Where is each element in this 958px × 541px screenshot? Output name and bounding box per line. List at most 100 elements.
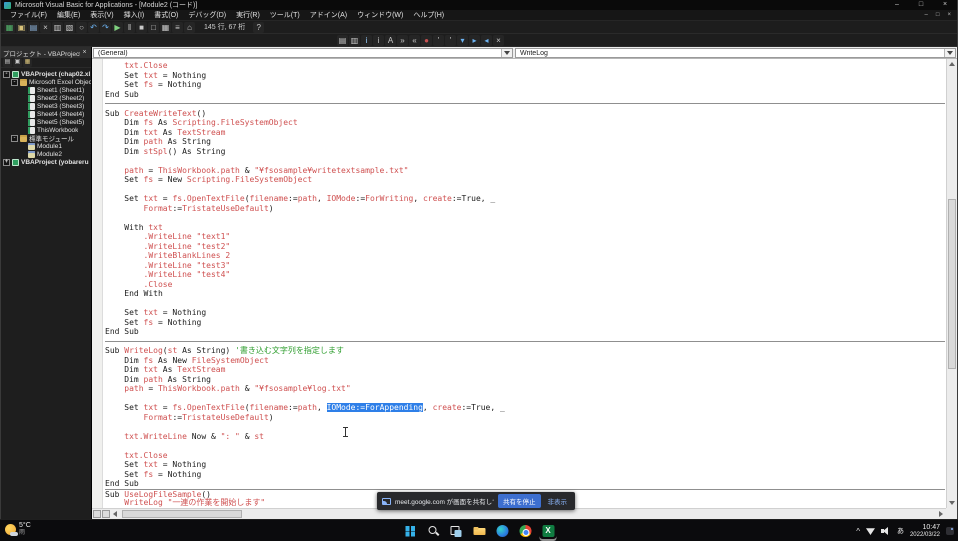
menu-format[interactable]: 書式(O) [149,10,183,21]
tree-item-thisworkbook[interactable]: ThisWorkbook [1,126,91,134]
menu-edit[interactable]: 編集(E) [52,10,85,21]
taskbar-chrome-icon[interactable] [517,521,534,541]
menu-insert[interactable]: 挿入(I) [119,10,150,21]
scroll-up-arrow-icon[interactable] [949,62,955,66]
menu-view[interactable]: 表示(V) [85,10,118,21]
menu-window[interactable]: ウィンドウ(W) [352,10,408,21]
complete-word-icon[interactable]: A [385,35,396,46]
copy-icon[interactable]: ▥ [52,22,63,33]
close-button[interactable]: × [933,0,957,10]
next-bookmark-icon[interactable]: ▸ [469,35,480,46]
weather-widget[interactable]: 5°C 雨 [5,522,31,537]
paste-icon[interactable]: ▧ [64,22,75,33]
procedure-dropdown[interactable]: WriteLog [515,48,956,58]
hide-banner-button[interactable]: 非表示 [545,494,571,508]
menu-run[interactable]: 実行(R) [231,10,265,21]
tree-item-project-chap02[interactable]: -VBAProject (chap02.xl [1,70,91,78]
code-editor[interactable]: txt.Close Set txt = Nothing Set fs = Not… [92,59,957,519]
collapse-box-icon[interactable]: - [3,71,10,78]
wifi-icon[interactable] [866,527,875,535]
collapse-box-icon[interactable]: - [11,79,18,86]
full-module-view-button[interactable] [102,510,110,518]
child-close-button[interactable]: × [947,10,951,20]
procedure-dropdown-arrow-icon[interactable] [944,49,955,57]
code-line: .WriteBlankLines 2 [105,251,945,261]
taskbar-edge-icon[interactable] [494,521,511,541]
menu-debug[interactable]: デバッグ(D) [183,10,231,21]
taskbar-start-icon[interactable] [402,521,419,541]
run-icon[interactable]: ▶ [112,22,123,33]
list-constants-icon[interactable]: ▥ [349,35,360,46]
comment-block-icon[interactable]: ' [433,35,444,46]
menu-file[interactable]: ファイル(F) [5,10,52,21]
object-browser-icon[interactable]: ⌂ [184,22,195,33]
minimize-button[interactable]: – [885,0,909,10]
maximize-button[interactable]: □ [909,0,933,10]
notification-center-icon[interactable] [946,527,954,535]
tree-item-project-yobareru[interactable]: +VBAProject (yobareru [1,158,91,166]
clear-bookmarks-icon[interactable]: × [493,35,504,46]
help-icon[interactable]: ? [253,22,264,33]
toggle-folders-icon[interactable]: ▦ [23,58,32,67]
taskbar-search-icon[interactable] [425,521,442,541]
list-properties-icon[interactable]: ▤ [337,35,348,46]
break-icon[interactable]: ‖ [124,22,135,33]
procedure-view-button[interactable] [93,510,101,518]
tree-item-sheet5[interactable]: Sheet5 (Sheet5) [1,118,91,126]
find-icon[interactable]: ○ [76,22,87,33]
save-icon[interactable]: ▤ [28,22,39,33]
properties-window-icon[interactable]: ≡ [172,22,183,33]
taskbar-excel-icon[interactable] [540,521,557,541]
collapse-box-icon[interactable]: - [11,135,18,142]
child-minimize-button[interactable]: – [925,10,928,20]
parameter-info-icon[interactable]: i [373,35,384,46]
scroll-down-arrow-icon[interactable] [949,501,955,505]
insert-userform-icon[interactable]: ▣ [16,22,27,33]
object-dropdown[interactable]: (General) [93,48,513,58]
horizontal-scroll-thumb[interactable] [122,510,242,518]
sheet-icon [28,87,35,94]
vertical-scroll-thumb[interactable] [948,199,956,369]
tree-item-module2[interactable]: Module2 [1,150,91,158]
scroll-left-arrow-icon[interactable] [113,511,117,517]
stop-sharing-button[interactable]: 共有を停止 [498,494,541,508]
tree-item-module1[interactable]: Module1 [1,142,91,150]
tree-item-std-modules-folder[interactable]: -標準モジュール [1,134,91,142]
undo-icon[interactable]: ↶ [88,22,99,33]
redo-icon[interactable]: ↷ [100,22,111,33]
menu-addins[interactable]: アドイン(A) [305,10,352,21]
outdent-icon[interactable]: « [409,35,420,46]
uncomment-block-icon[interactable]: ' [445,35,456,46]
menu-help[interactable]: ヘルプ(H) [408,10,449,21]
view-object-icon[interactable]: ▣ [13,58,22,67]
object-dropdown-arrow-icon[interactable] [501,49,512,57]
design-mode-icon[interactable]: □ [148,22,159,33]
tree-item-sheet2[interactable]: Sheet2 (Sheet2) [1,94,91,102]
volume-icon[interactable] [881,527,891,536]
previous-bookmark-icon[interactable]: ◂ [481,35,492,46]
child-restore-button[interactable]: □ [936,10,940,20]
cut-icon[interactable]: × [40,22,51,33]
toggle-breakpoint-icon[interactable]: ● [421,35,432,46]
taskbar-clock[interactable]: 10:47 2022/03/22 [910,524,940,539]
scroll-right-arrow-icon[interactable] [939,511,943,517]
tree-item-sheet3[interactable]: Sheet3 (Sheet3) [1,102,91,110]
project-explorer-icon[interactable]: ▦ [160,22,171,33]
project-explorer-close-icon[interactable]: × [80,49,89,56]
view-excel-icon[interactable]: ▦ [4,22,15,33]
expand-box-icon[interactable]: + [3,159,10,166]
tray-overflow-chevron-icon[interactable]: ^ [856,527,860,536]
tree-item-sheet4[interactable]: Sheet4 (Sheet4) [1,110,91,118]
toggle-bookmark-icon[interactable]: ▾ [457,35,468,46]
vertical-scrollbar[interactable] [946,59,957,508]
reset-icon[interactable]: ■ [136,22,147,33]
indent-icon[interactable]: » [397,35,408,46]
tree-item-excel-objects-folder[interactable]: -Microsoft Excel Object [1,78,91,86]
view-code-icon[interactable]: ▤ [3,58,12,67]
taskbar-folder-icon[interactable] [471,521,488,541]
taskbar-taskview-icon[interactable] [448,521,465,541]
tree-item-sheet1[interactable]: Sheet1 (Sheet1) [1,86,91,94]
menu-tools[interactable]: ツール(T) [265,10,305,21]
quick-info-icon[interactable]: i [361,35,372,46]
ime-indicator[interactable]: あ [897,526,904,536]
